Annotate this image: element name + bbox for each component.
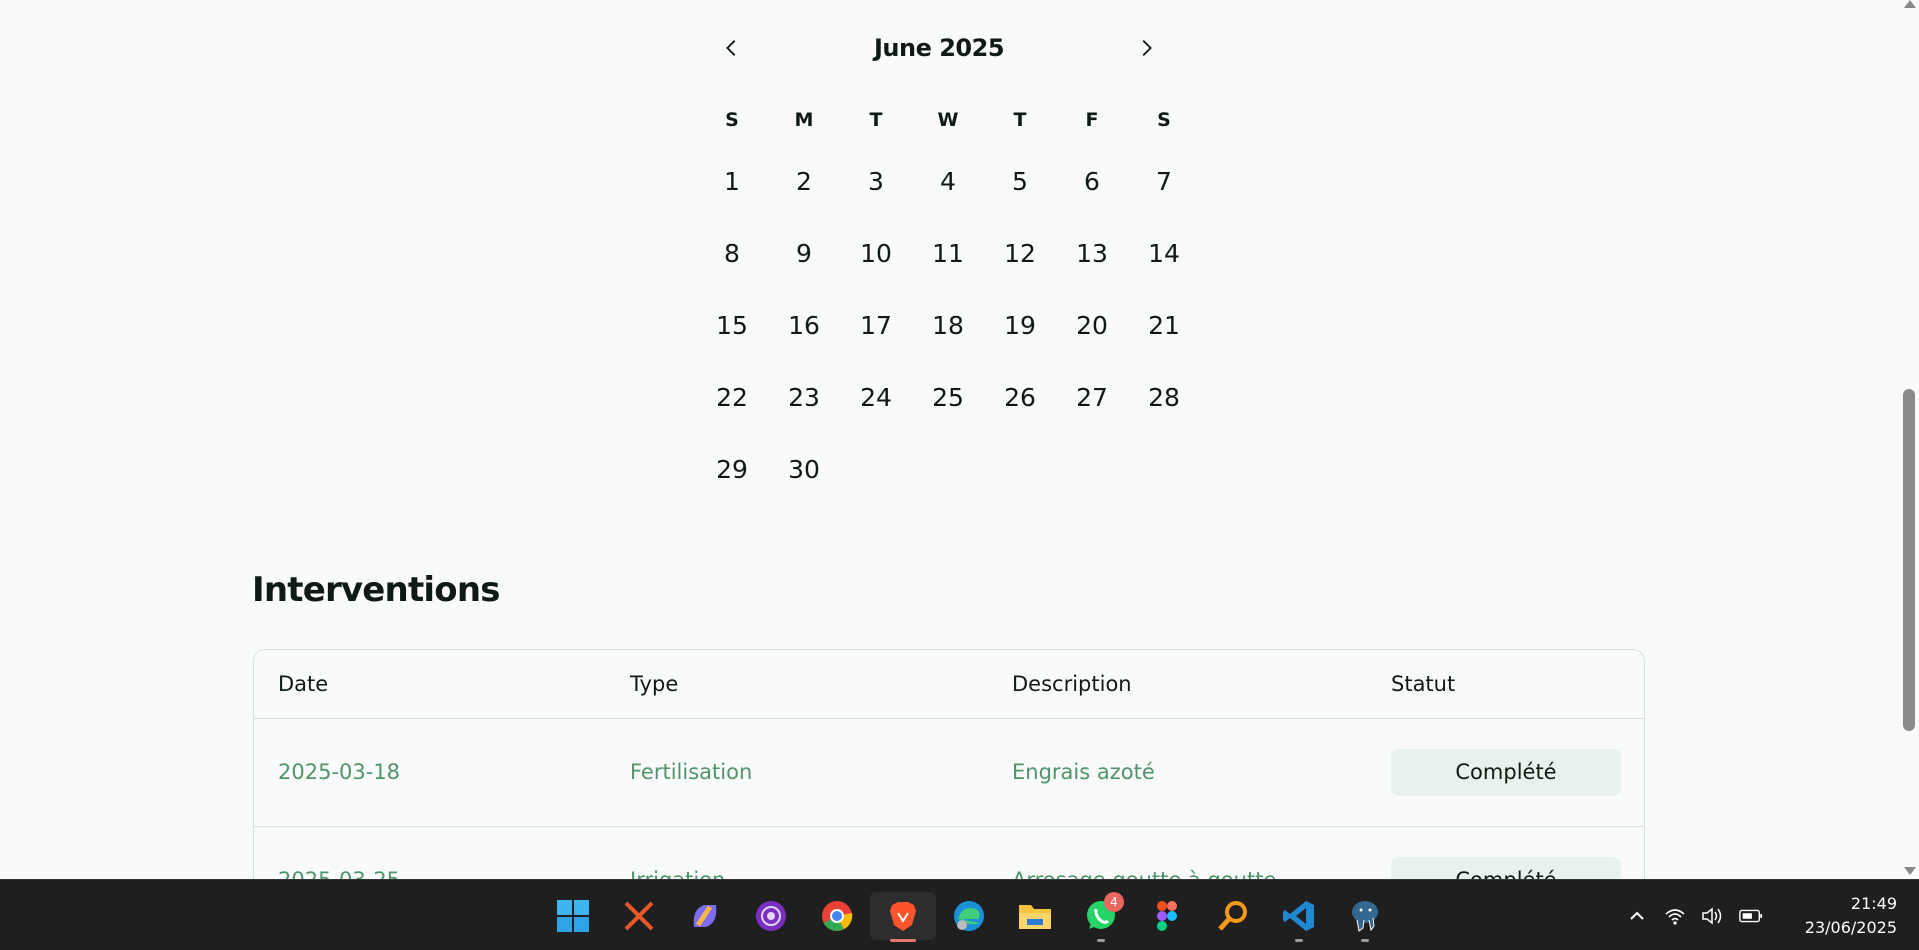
x-app-icon[interactable] — [606, 892, 672, 940]
weekday-label: S — [725, 109, 739, 131]
calendar-day[interactable]: 17 — [840, 289, 912, 361]
system-tray — [1625, 892, 1763, 940]
cell-type: Fertilisation — [606, 718, 988, 827]
tor-browser-icon[interactable] — [738, 892, 804, 940]
calendar-day[interactable]: 12 — [984, 217, 1056, 289]
calendar-day[interactable]: 22 — [696, 361, 768, 433]
weekday-label: T — [1013, 109, 1027, 131]
calendar-day[interactable]: 2 — [768, 145, 840, 217]
copilot-icon[interactable] — [672, 892, 738, 940]
column-header-date: Date — [254, 650, 606, 719]
calendar-day[interactable]: 16 — [768, 289, 840, 361]
calendar-day[interactable]: 27 — [1056, 361, 1128, 433]
calendar-day[interactable]: 6 — [1056, 145, 1128, 217]
calendar-day-empty — [984, 433, 1056, 505]
search-tool-icon[interactable] — [1200, 892, 1266, 940]
calendar-day[interactable]: 4 — [912, 145, 984, 217]
cell-description: Engrais azoté — [988, 718, 1367, 827]
weekday-label: M — [794, 109, 814, 131]
windows-start-icon[interactable] — [540, 892, 606, 940]
volume-icon[interactable] — [1701, 904, 1725, 928]
page-scrollbar[interactable] — [1900, 0, 1919, 879]
table-header-row: Date Type Description Statut — [254, 650, 1644, 719]
calendar-day-empty — [1128, 433, 1200, 505]
scroll-up-arrow-icon[interactable] — [1904, 0, 1916, 8]
calendar-day[interactable]: 13 — [1056, 217, 1128, 289]
cell-status: Complété — [1367, 718, 1644, 827]
calendar-day[interactable]: 21 — [1128, 289, 1200, 361]
calendar-day[interactable]: 18 — [912, 289, 984, 361]
weekday-label: W — [937, 109, 959, 131]
interventions-heading: Interventions — [252, 570, 500, 610]
chrome-icon[interactable] — [804, 892, 870, 940]
column-header-type: Type — [606, 650, 988, 719]
windows-taskbar: 4 21:49 23/06/2025 — [0, 879, 1919, 950]
calendar-day[interactable]: 19 — [984, 289, 1056, 361]
calendar-day[interactable]: 9 — [768, 217, 840, 289]
calendar-day-empty — [1056, 433, 1128, 505]
figma-icon[interactable] — [1134, 892, 1200, 940]
calendar-day[interactable]: 23 — [768, 361, 840, 433]
active-indicator — [890, 939, 916, 942]
calendar-day[interactable]: 10 — [840, 217, 912, 289]
calendar-day[interactable]: 8 — [696, 217, 768, 289]
whatsapp-icon[interactable]: 4 — [1068, 892, 1134, 942]
cell-date: 2025-03-18 — [254, 718, 606, 827]
chevron-up-icon[interactable] — [1625, 904, 1649, 928]
notification-badge: 4 — [1104, 892, 1124, 912]
file-explorer-icon[interactable] — [1002, 892, 1068, 940]
calendar-day[interactable]: 11 — [912, 217, 984, 289]
scrollbar-thumb[interactable] — [1903, 389, 1915, 731]
weekday-label: F — [1085, 109, 1099, 131]
running-indicator — [1361, 939, 1369, 942]
status-badge[interactable]: Complété — [1391, 748, 1621, 796]
calendar-month-title: June 2025 — [873, 34, 1005, 62]
calendar-day[interactable]: 14 — [1128, 217, 1200, 289]
calendar-grid: S M T W T F S 1 2 3 4 5 6 7 8 9 10 11 12… — [696, 95, 1200, 505]
column-header-status: Statut — [1367, 650, 1644, 719]
taskbar-apps: 4 — [540, 892, 1398, 942]
running-indicator — [1097, 939, 1105, 942]
edge-icon[interactable] — [936, 892, 1002, 940]
postgresql-icon[interactable] — [1332, 892, 1398, 942]
battery-icon[interactable] — [1739, 904, 1763, 928]
clock-date: 23/06/2025 — [1804, 918, 1897, 937]
calendar-day[interactable]: 20 — [1056, 289, 1128, 361]
table-row[interactable]: 2025-03-18 Fertilisation Engrais azoté C… — [254, 718, 1644, 827]
brave-icon[interactable] — [870, 892, 936, 942]
calendar-day[interactable]: 29 — [696, 433, 768, 505]
weekday-label: S — [1157, 109, 1171, 131]
calendar-day[interactable]: 28 — [1128, 361, 1200, 433]
wifi-icon[interactable] — [1663, 904, 1687, 928]
chevron-right-icon — [1142, 40, 1152, 56]
scroll-down-arrow-icon[interactable] — [1904, 867, 1916, 875]
vscode-icon[interactable] — [1266, 892, 1332, 942]
calendar-day[interactable]: 15 — [696, 289, 768, 361]
taskbar-clock[interactable]: 21:49 23/06/2025 — [1805, 892, 1897, 940]
calendar-day-empty — [912, 433, 984, 505]
calendar-day[interactable]: 5 — [984, 145, 1056, 217]
next-month-button[interactable] — [1126, 28, 1166, 68]
weekday-label: T — [869, 109, 883, 131]
calendar-header: June 2025 — [712, 28, 1166, 68]
calendar-day[interactable]: 26 — [984, 361, 1056, 433]
calendar-day[interactable]: 1 — [696, 145, 768, 217]
calendar-day[interactable]: 3 — [840, 145, 912, 217]
calendar-day[interactable]: 7 — [1128, 145, 1200, 217]
running-indicator — [1295, 939, 1303, 942]
calendar-day[interactable]: 30 — [768, 433, 840, 505]
calendar-day[interactable]: 25 — [912, 361, 984, 433]
clock-time: 21:49 — [1850, 894, 1897, 913]
calendar-day[interactable]: 24 — [840, 361, 912, 433]
calendar-day-empty — [840, 433, 912, 505]
column-header-description: Description — [988, 650, 1367, 719]
